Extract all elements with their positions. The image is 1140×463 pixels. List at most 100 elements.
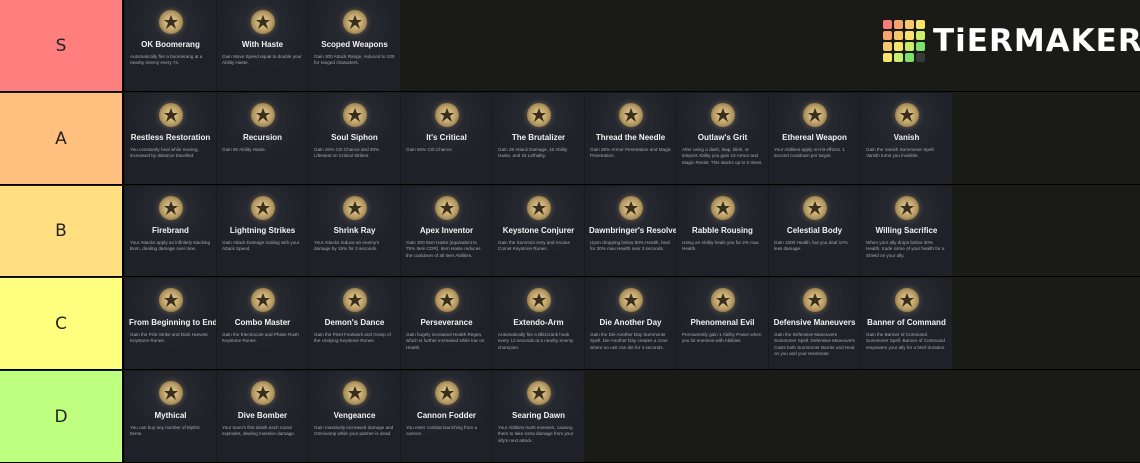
augment-card[interactable]: Recursion Gain 60 Ability Haste. (217, 93, 308, 184)
tier-items: Mythical You can buy any number of Mythic… (124, 371, 584, 462)
augment-name: Extendo-Arm (513, 318, 564, 327)
extendo-arm-icon (526, 288, 551, 312)
augment-card[interactable]: It's Critical Gain 60% Crit Chance. (401, 93, 492, 184)
augment-card[interactable]: Shrink Ray Your Attacks reduce an enemy's… (309, 186, 400, 276)
dive-bomber-icon (250, 381, 275, 405)
cannon-icon (434, 381, 459, 405)
augment-card[interactable]: Firebrand Your Attacks apply an infinitel… (125, 186, 216, 276)
inventor-gear-icon (434, 196, 459, 220)
defensive-orb-icon (802, 288, 827, 312)
augment-card[interactable]: With Haste Gain Move Speed equal to doubl… (217, 0, 308, 91)
demon-icon (342, 288, 367, 312)
augment-card[interactable]: Thread the Needle Gain 25% Armor Penetrat… (585, 93, 676, 184)
augment-name: Lightning Strikes (229, 226, 296, 235)
dawn-wings-icon (618, 196, 643, 220)
augment-description: Gain 25% Armor Penetration and Magic Pen… (590, 147, 671, 159)
augment-card[interactable]: Willing Sacrifice When your ally drops be… (861, 186, 952, 276)
augment-description: Automatically fire a Blitzcrank hook eve… (498, 332, 574, 350)
tier-label[interactable]: C (0, 278, 124, 369)
tier-label[interactable]: D (0, 371, 124, 462)
augment-card[interactable]: Die Another Day Gain the Die Another Day … (585, 278, 676, 369)
augment-description: Using an Ability heals you for 2% max He… (682, 240, 759, 252)
augment-name: Combo Master (234, 318, 291, 327)
augment-card[interactable]: Vengeance Gain massively increased damage… (309, 371, 400, 462)
tier-row-a: A Restless Restoration You constantly heal… (0, 93, 1140, 185)
augment-card[interactable]: OK Boomerang Automatically fire a boomera… (125, 0, 216, 91)
augment-card[interactable]: Demon's Dance Gain the Fleet Footwork and… (309, 278, 400, 369)
augment-name: From Beginning to End (129, 318, 216, 327)
augment-name: Dawnbringer's Resolve (589, 226, 676, 235)
searing-star-icon (526, 381, 551, 405)
augment-name: Defensive Maneuvers (773, 318, 856, 327)
augment-description: Gain the Fleet Footwork and Grasp of the… (314, 332, 391, 344)
augment-description: Gain 1000 Health, but you deal 10% less … (774, 240, 848, 252)
augment-card[interactable]: Banner of Command Gain the Banner of Comm… (861, 278, 952, 369)
augment-name: Vanish (893, 133, 920, 142)
augment-description: Your team's first death each round explo… (222, 425, 296, 437)
augment-name: Thread the Needle (595, 133, 666, 142)
augment-card[interactable]: Combo Master Gain the Electrocute and Pha… (217, 278, 308, 369)
augment-name: Apex Inventor (419, 226, 474, 235)
needle-icon (618, 103, 643, 127)
banner-icon (894, 288, 919, 312)
augment-card[interactable]: Cannon Fodder You enter combat launching … (401, 371, 492, 462)
augment-name: Rabble Rousing (692, 226, 753, 235)
flame-arc-icon (158, 196, 183, 220)
augment-card[interactable]: Restless Restoration You constantly heal … (125, 93, 216, 184)
mythic-chest-icon (158, 381, 183, 405)
hourglass-icon (250, 103, 275, 127)
wing-boot-icon (250, 10, 275, 34)
augment-description: Gain the Defensive Maneuvers Summoner Sp… (774, 332, 855, 357)
augment-card[interactable]: Perseverance Gain hugely increased Health… (401, 278, 492, 369)
augment-card[interactable]: Ethereal Weapon Your Abilities apply on-h… (769, 93, 860, 184)
augment-card[interactable]: Defensive Maneuvers Gain the Defensive Ma… (769, 278, 860, 369)
augment-description: Your Abilities apply on-hit effects. 1 s… (774, 147, 845, 159)
augment-name: With Haste (241, 40, 284, 49)
augment-card[interactable]: Dive Bomber Your team's first death each … (217, 371, 308, 462)
shield-badge-icon (710, 103, 735, 127)
vanish-mask-icon (894, 103, 919, 127)
augment-name: Cannon Fodder (416, 411, 477, 420)
augment-description: Gain the Summon Aery and Arcane Comet Ke… (498, 240, 571, 252)
augment-description: Your Attacks reduce an enemy's damage by… (314, 240, 380, 252)
augment-card[interactable]: Apex Inventor Gain 300 Item Haste (equiva… (401, 186, 492, 276)
augment-card[interactable]: Extendo-Arm Automatically fire a Blitzcra… (493, 278, 584, 369)
augment-card[interactable]: Vanish Gain the Vanish Summoner Spell. Va… (861, 93, 952, 184)
augment-name: Shrink Ray (333, 226, 376, 235)
augment-card[interactable]: Keystone Conjurer Gain the Summon Aery an… (493, 186, 584, 276)
augment-description: Permanently gain 1 Ability Power when yo… (682, 332, 762, 344)
augment-description: Your Attacks apply an infinitely stackin… (130, 240, 211, 252)
augment-card[interactable]: Phenomenal Evil Permanently gain 1 Abilit… (677, 278, 768, 369)
keystone-icon (526, 196, 551, 220)
augment-name: Outlaw's Grit (697, 133, 748, 142)
augment-name: Scoped Weapons (321, 40, 388, 49)
augment-description: Your Abilities mark enemies, causing the… (498, 425, 574, 443)
augment-card[interactable]: Rabble Rousing Using an Ability heals you… (677, 186, 768, 276)
augment-card[interactable]: Outlaw's Grit After using a dash, leap, b… (677, 93, 768, 184)
augment-card[interactable]: Soul Siphon Gain 20% Crit Chance and 30% … (309, 93, 400, 184)
augment-name: Searing Dawn (512, 411, 565, 420)
augment-card[interactable]: Lightning Strikes Gain Attack Damage scal… (217, 186, 308, 276)
tier-label[interactable]: B (0, 186, 124, 276)
augment-card[interactable]: Celestial Body Gain 1000 Health, but you … (769, 186, 860, 276)
augment-name: It's Critical (426, 133, 467, 142)
augment-card[interactable]: Dawnbringer's Resolve Upon dropping below… (585, 186, 676, 276)
tier-label[interactable]: A (0, 93, 124, 184)
augment-description: Gain 300 Attack Range, reduced to 100 fo… (314, 54, 395, 66)
augment-description: Gain 60% Crit Chance. (406, 147, 453, 152)
augment-name: Celestial Body (786, 226, 843, 235)
augment-card[interactable]: The Brutalizer Gain 25 Attack Damage, 10 … (493, 93, 584, 184)
tier-label[interactable]: S (0, 0, 124, 91)
tier-row-d: D Mythical You can buy any number of Mythi… (0, 371, 1140, 463)
rabble-cross-icon (710, 196, 735, 220)
augment-description: Gain the First Strike and Dark Harvest K… (130, 332, 208, 344)
augment-description: Gain Attack Damage scaling with your Att… (222, 240, 300, 252)
augment-card[interactable]: Mythical You can buy any number of Mythic… (125, 371, 216, 462)
skull-crown-icon (618, 288, 643, 312)
evil-hat-icon (710, 288, 735, 312)
augment-card[interactable]: Scoped Weapons Gain 300 Attack Range, red… (309, 0, 400, 91)
augment-card[interactable]: Searing Dawn Your Abilities mark enemies,… (493, 371, 584, 462)
augment-description: Gain 60 Ability Haste. (222, 147, 266, 152)
augment-description: Gain massively increased damage and Omni… (314, 425, 394, 437)
augment-card[interactable]: From Beginning to End Gain the First Stri… (125, 278, 216, 369)
